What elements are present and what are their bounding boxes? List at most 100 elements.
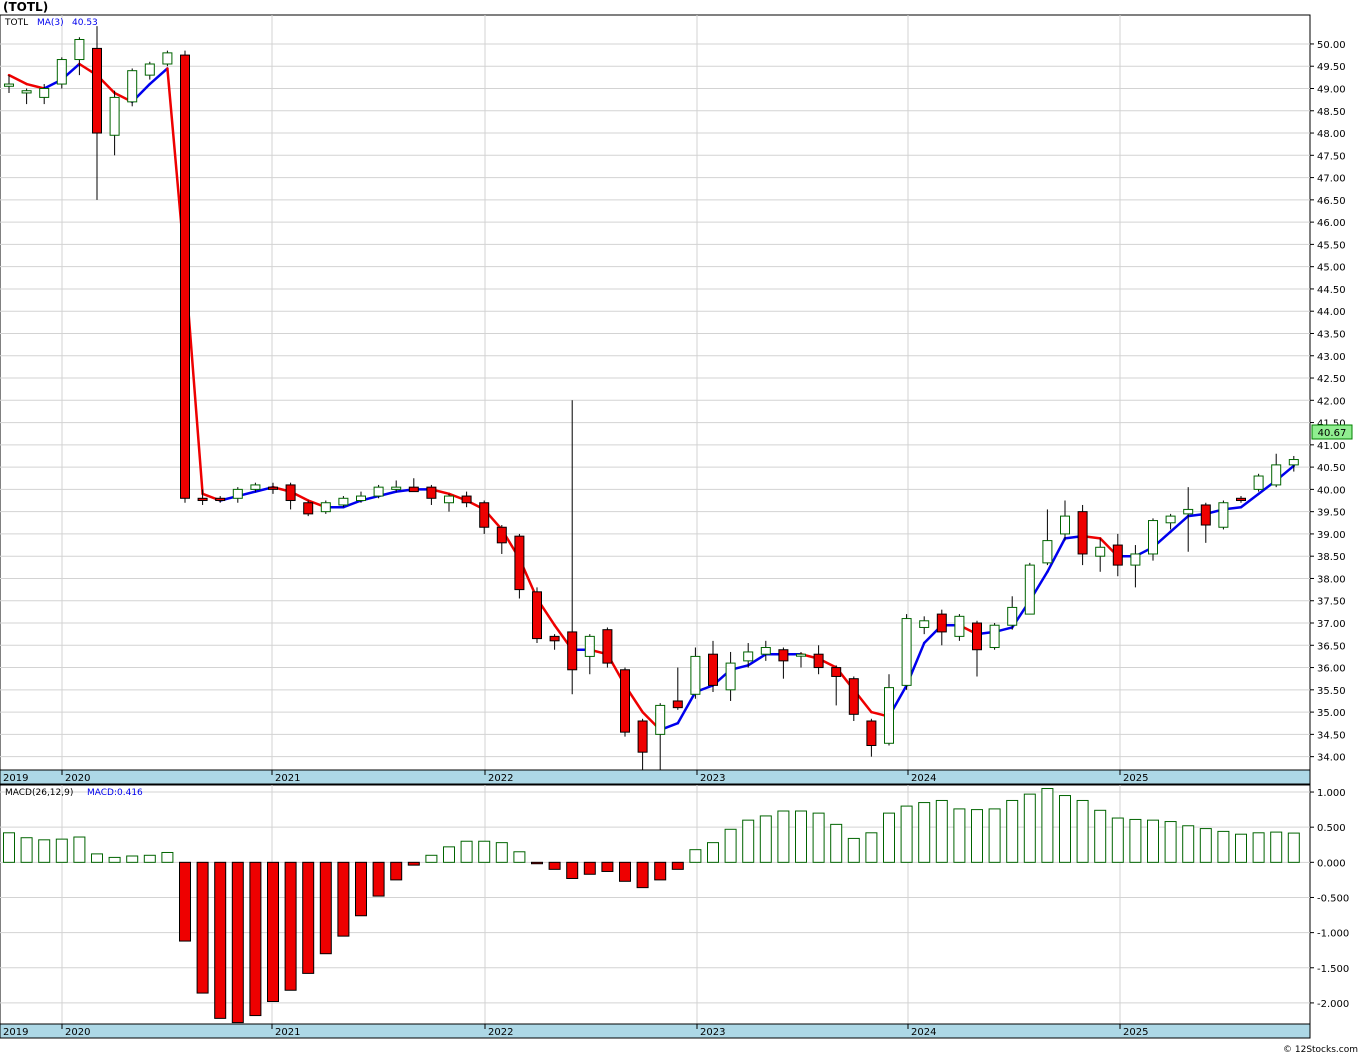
price-tick-label: 45.50 <box>1317 240 1346 251</box>
candle-body-up <box>954 615 965 637</box>
price-tick-label: 36.50 <box>1317 641 1346 652</box>
candle-body-up <box>391 486 402 490</box>
candle-body-down <box>197 497 208 502</box>
macd-bar-positive <box>1217 830 1230 863</box>
macd-bar-negative <box>179 861 191 942</box>
price-x-axis-band <box>0 769 1311 785</box>
candle-body-up <box>109 96 120 136</box>
candle <box>162 50 173 67</box>
macd-bar-negative <box>531 861 543 865</box>
macd-bar-positive <box>759 815 772 863</box>
macd-bar-positive <box>460 840 473 863</box>
candle-body-up <box>56 59 67 85</box>
candle-body-up <box>338 497 349 506</box>
candle-body-down <box>567 631 578 671</box>
macd-legend-value: MACD:0.416 <box>87 788 143 798</box>
x-tick-label: 2024 <box>911 773 936 784</box>
candle-body-down <box>936 613 947 633</box>
x-tick-label: 2025 <box>1123 773 1148 784</box>
macd-bar-positive <box>126 855 139 863</box>
macd-tick-label: -1.500 <box>1317 964 1349 975</box>
macd-bar-positive <box>1199 828 1212 863</box>
candle <box>1148 518 1158 561</box>
macd-bar-positive <box>830 823 843 863</box>
macd-x-tick-label: 2022 <box>488 1027 513 1038</box>
macd-bar-positive <box>161 851 174 863</box>
macd-x-axis-band <box>0 1023 1311 1039</box>
macd-tick-label: 1.000 <box>1317 788 1346 799</box>
chart-title: (TOTL) <box>3 0 48 14</box>
macd-bar-positive <box>795 810 807 863</box>
candle-body-up <box>1148 520 1158 555</box>
macd-bar-negative <box>636 861 649 889</box>
candle-body-up <box>1183 508 1194 515</box>
candle-body-up <box>1007 606 1018 626</box>
price-tick-label: 34.50 <box>1317 730 1346 741</box>
price-tick-label: 49.00 <box>1317 84 1346 95</box>
macd-bar-positive <box>91 853 103 863</box>
candle-body-up <box>901 618 912 686</box>
macd-bar-positive <box>883 812 895 863</box>
macd-bar-positive <box>1041 788 1054 863</box>
price-tick-label: 36.00 <box>1317 664 1346 675</box>
price-tick-label: 49.50 <box>1317 62 1346 73</box>
candle-body-up <box>1271 464 1282 486</box>
candle-body-up <box>1218 502 1229 528</box>
macd-bar-positive <box>1182 825 1195 863</box>
macd-x-tick-label: 2024 <box>911 1027 936 1038</box>
macd-bar-positive <box>495 842 508 863</box>
macd-bar-negative <box>390 861 403 881</box>
candle-body-up <box>4 83 14 87</box>
macd-bar-positive <box>865 832 878 863</box>
candle-body-up <box>1130 553 1141 566</box>
macd-bar-positive <box>812 812 825 863</box>
candle-body-up <box>21 90 32 94</box>
candle-body-down <box>778 649 789 662</box>
legend-ma-label: MA(3) <box>37 18 64 28</box>
candle-body-down <box>479 502 490 528</box>
macd-x-tick-label: 2025 <box>1123 1027 1148 1038</box>
candle-body-up <box>796 653 806 657</box>
candle <box>1253 473 1264 492</box>
candle-body-down <box>813 653 824 669</box>
candle-body-up <box>743 651 754 662</box>
macd-bar-negative <box>601 861 614 872</box>
candle-body-down <box>408 486 419 493</box>
macd-bar-positive <box>1059 795 1071 863</box>
candle <box>901 614 912 690</box>
macd-bar-negative <box>654 861 667 881</box>
macd-bar-positive <box>1147 819 1159 863</box>
macd-bar-positive <box>1252 832 1265 863</box>
macd-bar-negative <box>196 861 209 994</box>
macd-bar-positive <box>1270 831 1283 863</box>
candle-body-up <box>162 52 173 65</box>
macd-bar-positive <box>108 856 121 863</box>
price-panel: 34.00 34.50 35.00 35.50 36.00 36.50 37.00 37.50… <box>0 14 1346 785</box>
last-price-badge: 40.67 <box>1311 424 1353 440</box>
macd-bar-negative <box>548 861 561 870</box>
candle-body-up <box>584 635 595 657</box>
candle-body-down <box>848 678 859 715</box>
macd-bar-negative <box>671 861 684 870</box>
price-tick-label: 39.00 <box>1317 530 1346 541</box>
macd-bar-negative <box>249 861 262 1017</box>
macd-bar-negative <box>407 861 420 866</box>
macd-bar-negative <box>319 861 332 955</box>
candle <box>180 50 190 503</box>
stock-chart: 34.00 34.50 35.00 35.50 36.00 36.50 37.00 37.50… <box>0 0 1358 1055</box>
macd-bar-negative <box>583 861 596 875</box>
candle-body-down <box>708 653 718 686</box>
candle-body-down <box>866 720 877 747</box>
candle-body-down <box>268 486 278 490</box>
candle-body-down <box>532 591 542 640</box>
price-tick-label: 39.50 <box>1317 508 1346 519</box>
price-tick-label: 38.50 <box>1317 552 1346 563</box>
macd-legend-label: MACD(26,12,9) <box>5 788 73 798</box>
price-tick-label: 40.00 <box>1317 485 1346 496</box>
macd-bar-negative <box>284 861 297 991</box>
macd-bar-positive <box>707 842 719 863</box>
macd-bar-negative <box>337 861 350 937</box>
candle-body-up <box>39 87 50 98</box>
candle <box>1218 500 1229 530</box>
price-tick-label: 48.00 <box>1317 129 1346 140</box>
